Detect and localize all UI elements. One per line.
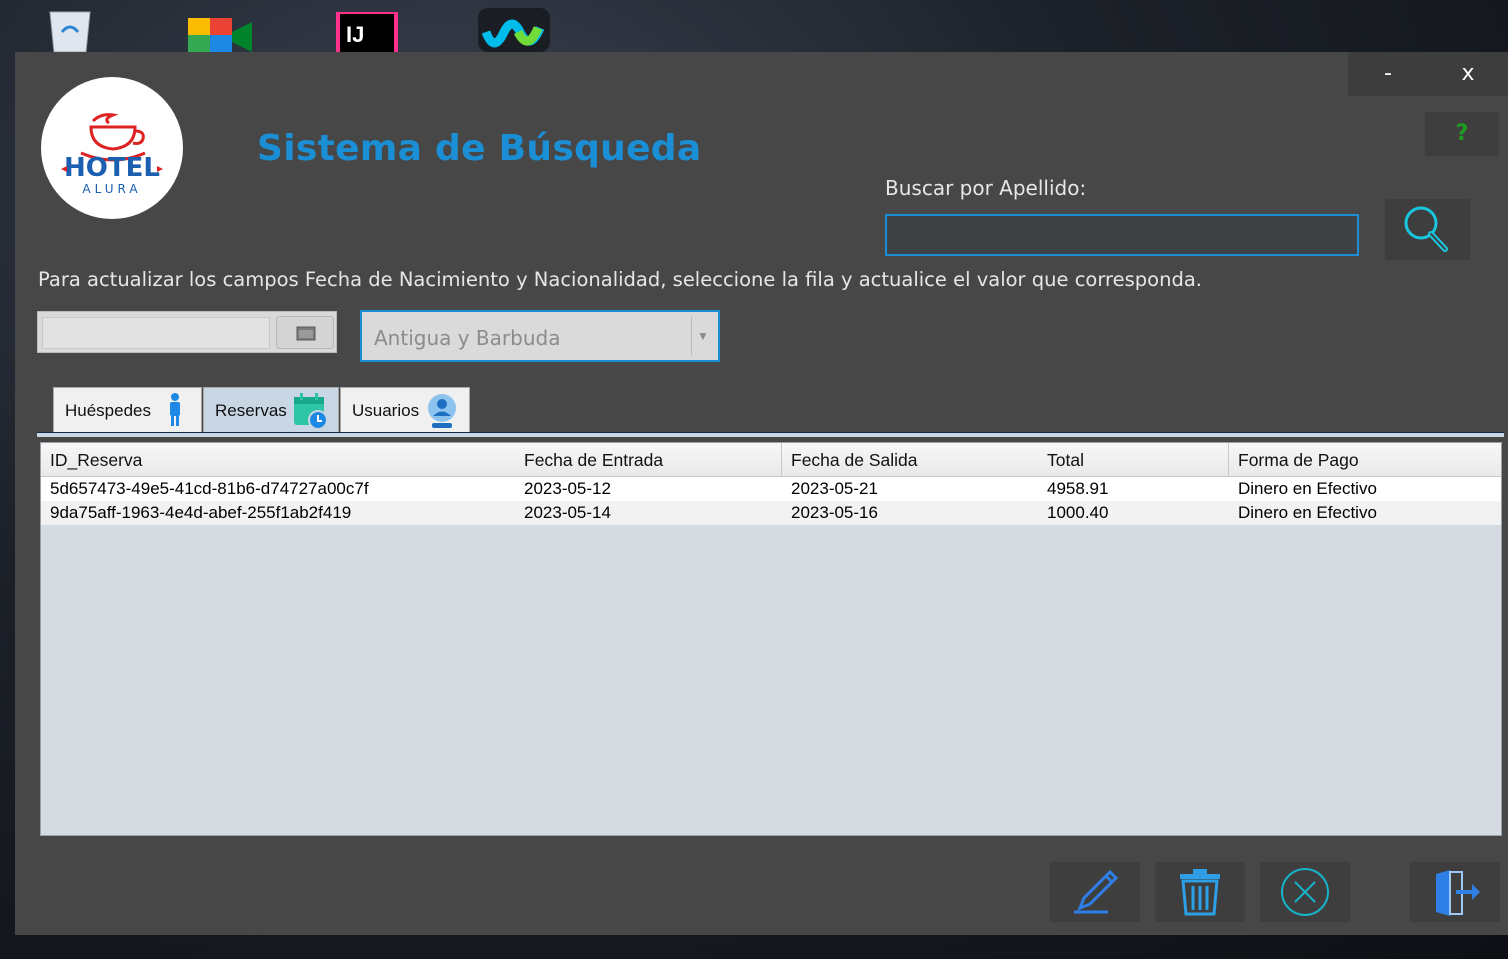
tab-reservas-label: Reservas (215, 401, 287, 420)
cell-forma-pago[interactable]: Dinero en Efectivo (1229, 477, 1501, 501)
help-button[interactable]: ? (1425, 112, 1499, 156)
google-meet-icon[interactable] (186, 8, 252, 52)
user-badge-icon (428, 394, 456, 428)
table-row[interactable]: 5d657473-49e5-41cd-81b6-d74727a00c7f 202… (41, 477, 1501, 501)
delete-button[interactable] (1155, 862, 1245, 922)
exit-icon (1436, 870, 1480, 916)
cell-id-reserva[interactable]: 9da75aff-1963-4e4d-abef-255f1ab2f419 (41, 501, 516, 525)
chevron-down-icon[interactable]: ▼ (691, 316, 714, 356)
update-hint-text: Para actualizar los campos Fecha de Naci… (38, 268, 1202, 291)
logo-alura-text: ALURA (82, 182, 141, 196)
tab-huespedes-label: Huéspedes (65, 401, 152, 420)
logo-hotel-text: HOTEL (64, 153, 160, 183)
column-header-id-reserva[interactable]: ID_Reserva (41, 443, 516, 476)
tab-huespedes[interactable]: Huéspedes (53, 387, 202, 433)
webex-icon[interactable] (478, 8, 550, 52)
hotel-alura-logo: HOTEL ALURA (41, 77, 183, 219)
cancel-button[interactable] (1260, 862, 1350, 922)
tab-usuarios[interactable]: Usuarios (340, 387, 470, 433)
tab-reservas[interactable]: Reservas (203, 387, 339, 433)
cell-total[interactable]: 4958.91 (1038, 477, 1229, 501)
tab-usuarios-label: Usuarios (352, 401, 420, 420)
column-header-total[interactable]: Total (1038, 443, 1229, 476)
page-title: Sistema de Búsqueda (257, 128, 702, 169)
cell-id-reserva[interactable]: 5d657473-49e5-41cd-81b6-d74727a00c7f (41, 477, 516, 501)
cell-forma-pago[interactable]: Dinero en Efectivo (1229, 501, 1501, 525)
search-window: - x ? HOTEL ALURA Sistema de Búsqueda Bu… (15, 52, 1508, 935)
intellij-idea-icon[interactable]: IJ (336, 8, 398, 52)
table-row[interactable]: 9da75aff-1963-4e4d-abef-255f1ab2f419 202… (41, 501, 1501, 525)
tab-strip-border (37, 432, 1504, 437)
edit-button[interactable] (1050, 862, 1140, 922)
nationality-selected: Antigua y Barbuda (374, 326, 561, 350)
birthdate-picker (37, 311, 337, 353)
reservations-table: ID_Reserva Fecha de Entrada Fecha de Sal… (40, 442, 1502, 836)
cell-fecha-salida[interactable]: 2023-05-16 (782, 501, 1039, 525)
calendar-icon (296, 326, 316, 341)
exit-button[interactable] (1410, 862, 1500, 922)
search-label: Buscar por Apellido: (885, 176, 1087, 200)
recycle-bin-icon[interactable] (42, 8, 98, 53)
cell-fecha-entrada[interactable]: 2023-05-12 (515, 477, 782, 501)
person-icon (170, 393, 180, 426)
cell-total[interactable]: 1000.40 (1038, 501, 1229, 525)
nationality-select[interactable]: Antigua y Barbuda ▼ (360, 310, 720, 362)
search-input[interactable] (885, 214, 1359, 256)
table-header: ID_Reserva Fecha de Entrada Fecha de Sal… (41, 443, 1501, 477)
close-button[interactable]: x (1428, 52, 1508, 96)
calendar-button[interactable] (276, 316, 334, 349)
column-header-forma-pago[interactable]: Forma de Pago (1229, 443, 1501, 476)
cancel-icon (1281, 868, 1329, 916)
column-header-fecha-salida[interactable]: Fecha de Salida (782, 443, 1039, 476)
edit-icon (1074, 869, 1119, 914)
column-header-fecha-entrada[interactable]: Fecha de Entrada (515, 443, 782, 476)
delete-icon (1180, 869, 1220, 916)
search-icon (1404, 206, 1448, 252)
birthdate-field[interactable] (42, 317, 270, 349)
calendar-clock-icon (294, 393, 328, 430)
cell-fecha-salida[interactable]: 2023-05-21 (782, 477, 1039, 501)
search-button[interactable] (1385, 199, 1470, 260)
intellij-text: IJ (346, 22, 364, 47)
cell-fecha-entrada[interactable]: 2023-05-14 (515, 501, 782, 525)
minimize-button[interactable]: - (1348, 52, 1428, 96)
